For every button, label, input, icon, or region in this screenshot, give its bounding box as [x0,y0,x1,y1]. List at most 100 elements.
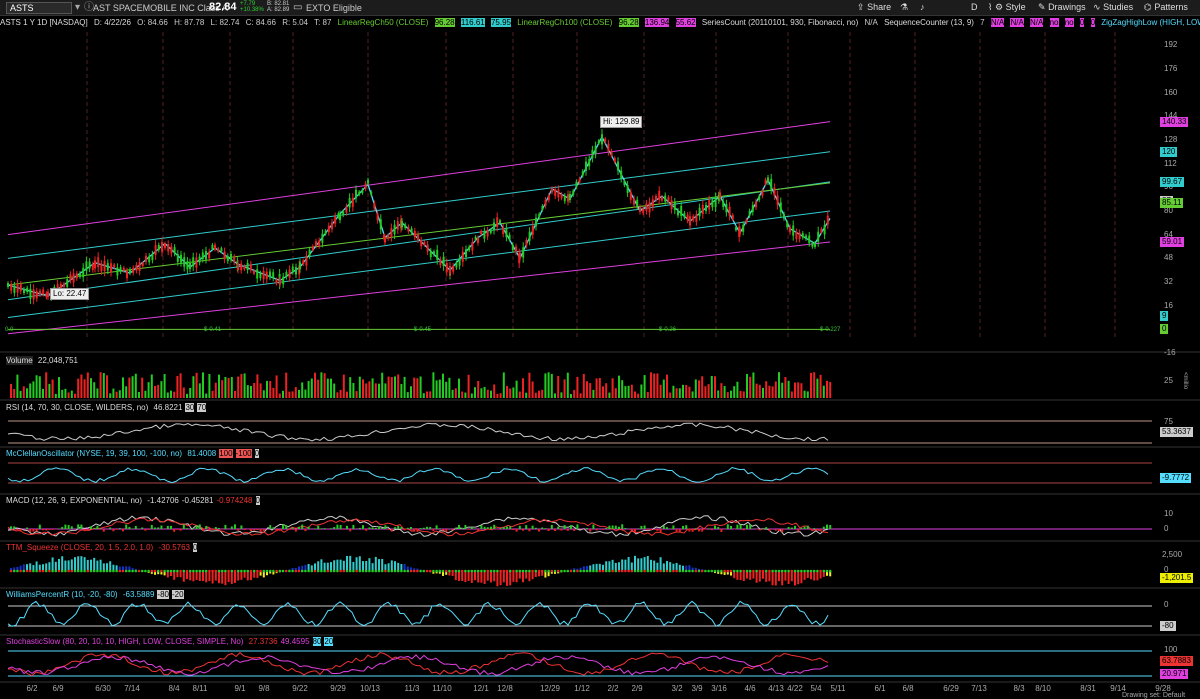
div-1: $-0.41 [204,327,222,333]
indicator-panels [0,351,1200,683]
candle-body [361,189,364,194]
candle-body [502,227,505,235]
volume-bar [557,376,560,398]
ttm-dot [576,569,579,573]
volume-bar [598,377,601,398]
ttm-dot [304,569,307,573]
volume-bar [746,374,748,398]
candle-body [711,200,714,208]
macd-hist [150,524,153,529]
macd-hist [445,529,448,533]
ttm-dot [732,569,736,573]
ttm-dot [182,569,186,573]
price-tag-7: 0 [1160,324,1169,335]
macd-hist [714,525,716,529]
drawing-set[interactable]: Drawing set: Default [1120,691,1187,699]
volume-bar [429,391,432,398]
ttm-dot [470,569,474,573]
candle-body [731,215,734,219]
candle-body [826,215,829,225]
macd-hist [435,525,438,529]
candle-body [499,220,501,224]
ttm-dot [473,569,477,573]
ttm-dot [585,569,589,573]
volume-bar [563,379,566,398]
macd-hist [544,528,547,529]
ttm-bar [218,571,220,584]
ttm-bar [336,559,339,571]
volume-bar [173,391,176,398]
macd-hist [742,529,745,531]
ttm-bar [493,571,496,582]
ttm-dot [368,569,371,573]
volume-bar [586,381,588,398]
ttm-dot [579,569,582,573]
ttm-dot [412,569,416,573]
macd-hist [371,527,374,529]
price-tag-0: 140.33 [1160,116,1189,127]
volume-bar [211,390,214,398]
candle-body [331,222,333,230]
macd-hist [794,525,796,529]
volume-bar [214,382,217,398]
volume-bar [397,374,400,398]
ttm-dot [672,569,675,573]
volume-bar [733,386,736,398]
macd-hist [493,524,496,529]
volume-bar [310,378,313,398]
ttm-bar [173,571,176,580]
ttm-bar [246,571,249,581]
macd-hist [573,529,576,531]
high-annotation: Hi: 129.89 [600,116,643,128]
candle-body [246,263,249,271]
ttm-dot [380,569,384,573]
volume-bar [704,386,707,398]
ttm-dot [268,569,272,573]
candle-body [658,190,661,200]
macd-hist [330,528,332,529]
candle-body [581,171,584,176]
volume-bar [355,391,358,398]
ttm-dot [281,569,285,573]
macd-hist [157,527,160,529]
date-tick: 12/8 [497,684,513,693]
volume-bar [566,372,569,398]
price-tag-2: 99.67 [1160,176,1185,187]
volume-bar [106,375,108,398]
volume-bar [419,376,422,398]
volume-bar [736,381,739,398]
macd-hist [659,529,662,533]
ttm-bar [643,557,646,571]
volume-bar [435,380,438,398]
volume-bar [243,373,246,398]
ttm-bar [240,571,243,580]
macd-hist [806,525,809,529]
candle-body [39,290,41,295]
macd-hist [387,529,390,530]
ttm-bar [224,571,227,586]
macd-hist [336,524,339,529]
ttm-dot [352,569,355,573]
ttm-bar [355,557,358,571]
macd-hist [176,529,179,530]
ttm-bar [611,559,614,571]
ttm-dot [259,569,262,573]
volume-bar [320,372,323,398]
macd-hist [813,528,816,529]
volume-bar [749,376,752,398]
candle-body [728,206,731,216]
candle-body [636,199,639,207]
volume-bar [198,383,201,398]
candle-body [755,201,757,208]
ttm-dot [716,569,720,573]
ttm-bar [659,557,662,571]
ttm-bar [208,571,211,582]
ttm-dot [700,569,704,573]
volume-bar [698,380,700,398]
date-tick: 5/11 [831,684,847,693]
candle-body [91,264,94,270]
candle-body [436,249,439,260]
ttm-dot [262,569,266,573]
candle-body [655,195,657,201]
ttm-bar [230,571,233,584]
